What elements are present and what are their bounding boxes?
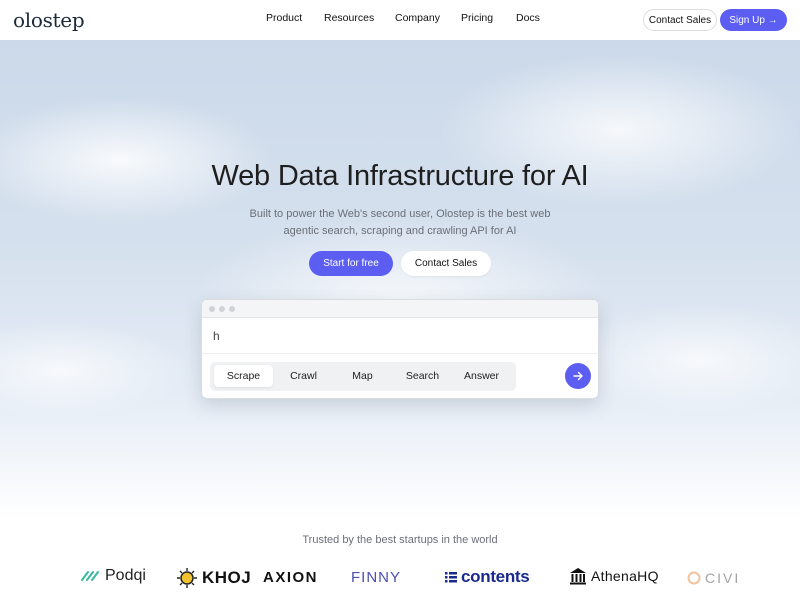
contents-logo: contents bbox=[445, 567, 530, 587]
hero-title: Web Data Infrastructure for AI bbox=[211, 160, 589, 192]
finny-logo: FINNY bbox=[351, 569, 401, 586]
civi-wordmark: CIVI bbox=[705, 570, 741, 586]
window-dot-icon bbox=[219, 305, 225, 312]
contents-wordmark: contents bbox=[461, 567, 530, 586]
nav-product[interactable]: Product bbox=[266, 12, 302, 24]
civi-logo: CIVI bbox=[687, 570, 740, 586]
query-input[interactable]: h bbox=[202, 318, 598, 354]
athenahq-wordmark: AthenaHQ bbox=[591, 568, 659, 584]
tab-search[interactable]: Search bbox=[393, 365, 452, 387]
hero-subtitle: Built to power the Web's second user, Ol… bbox=[240, 206, 560, 240]
nav-company[interactable]: Company bbox=[395, 12, 440, 24]
athenahq-logo: AthenaHQ bbox=[569, 567, 659, 585]
podqi-mark-icon bbox=[81, 571, 99, 581]
tab-crawl[interactable]: Crawl bbox=[274, 365, 333, 387]
tab-scrape[interactable]: Scrape bbox=[214, 365, 273, 387]
hero-contact-sales-button[interactable]: Contact Sales bbox=[401, 251, 491, 276]
window-dot-icon bbox=[229, 305, 235, 312]
lamp-icon bbox=[177, 568, 197, 588]
nav-resources[interactable]: Resources bbox=[324, 12, 374, 24]
finny-wordmark: FINNY bbox=[351, 569, 401, 586]
arrow-right-icon bbox=[573, 371, 583, 381]
axion-logo: AXION bbox=[263, 569, 318, 586]
api-demo-window: h Scrape Crawl Map Search Answer bbox=[201, 299, 599, 399]
nav-docs[interactable]: Docs bbox=[516, 12, 540, 24]
submit-button[interactable] bbox=[565, 363, 591, 389]
site-logo[interactable]: olostep bbox=[13, 8, 85, 32]
mode-tabs: Scrape Crawl Map Search Answer bbox=[210, 362, 516, 391]
khoj-wordmark: KHOJ bbox=[202, 568, 252, 587]
sign-up-button[interactable]: Sign Up → bbox=[720, 9, 787, 31]
nav-pricing[interactable]: Pricing bbox=[461, 12, 493, 24]
temple-icon bbox=[570, 568, 586, 585]
hero-background bbox=[0, 40, 800, 520]
tab-answer[interactable]: Answer bbox=[452, 365, 511, 387]
podqi-wordmark: Podqi bbox=[105, 567, 146, 584]
khoj-logo: KHOJ bbox=[176, 567, 251, 589]
hero-subtitle-line1: Built to power the Web's second user, Ol… bbox=[249, 208, 551, 220]
top-nav-bar: olostep Product Resources Company Pricin… bbox=[0, 0, 800, 40]
list-icon bbox=[445, 572, 457, 583]
axion-wordmark: AXION bbox=[263, 569, 319, 586]
window-dot-icon bbox=[209, 305, 215, 312]
contact-sales-button[interactable]: Contact Sales bbox=[643, 9, 717, 31]
podqi-logo: Podqi bbox=[81, 567, 146, 585]
tab-map[interactable]: Map bbox=[333, 365, 392, 387]
window-title-bar bbox=[202, 300, 598, 318]
start-for-free-button[interactable]: Start for free bbox=[309, 251, 393, 276]
hero-subtitle-line2: agentic search, scraping and crawling AP… bbox=[283, 225, 517, 237]
civi-mark-icon bbox=[687, 571, 701, 585]
customer-logos: Podqi KHOJ AXION FINNY contents AthenaHQ… bbox=[0, 562, 800, 596]
trusted-heading: Trusted by the best startups in the worl… bbox=[302, 534, 498, 546]
